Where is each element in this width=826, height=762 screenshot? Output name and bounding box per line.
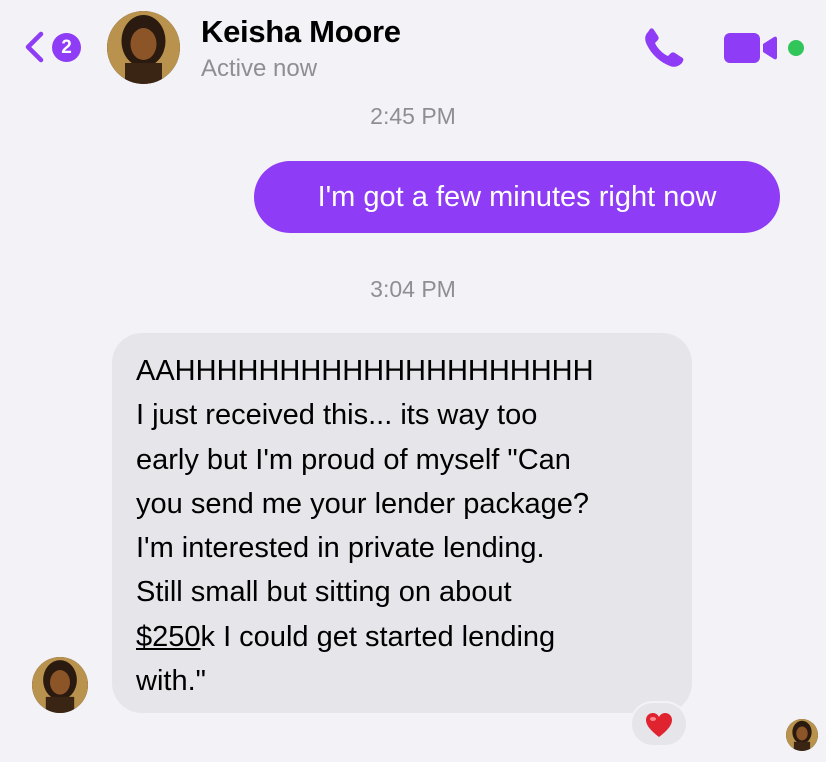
message-line: I just received this... its way too [136, 399, 538, 432]
detected-amount-link[interactable]: $250 [136, 621, 201, 653]
sender-avatar[interactable] [32, 657, 88, 713]
online-indicator [788, 40, 804, 56]
message-line: with." [136, 665, 206, 698]
message-line: you send me your lender package? [136, 487, 590, 520]
contact-avatar[interactable] [107, 11, 180, 84]
message-timestamp: 3:04 PM [370, 276, 456, 302]
incoming-message-bubble[interactable]: AAHHHHHHHHHHHHHHHHHHHH I just received t… [112, 333, 692, 713]
chat-header: 2 Keisha Moore Active now [0, 0, 826, 92]
heart-icon [646, 713, 672, 737]
back-button[interactable]: 2 [22, 30, 92, 64]
message-text: k I could get started lending [200, 620, 556, 653]
phone-icon [645, 28, 684, 67]
unread-count-badge: 2 [52, 33, 81, 62]
outgoing-message-bubble[interactable]: I'm got a few minutes right now [254, 161, 780, 233]
heart-reaction[interactable] [630, 701, 688, 747]
avatar-image [107, 11, 180, 84]
video-call-button[interactable] [722, 31, 778, 65]
message-line: AAHHHHHHHHHHHHHHHHHHHH [136, 355, 594, 387]
read-receipt-avatar [786, 719, 818, 751]
message-timestamp: 2:45 PM [370, 103, 456, 129]
avatar-image [786, 719, 818, 751]
message-line: early but I'm proud of myself "Can [136, 443, 571, 476]
video-camera-icon [724, 33, 777, 63]
message-line: $250k I could get started lending [136, 615, 672, 659]
chevron-left-icon [25, 31, 44, 63]
contact-name[interactable]: Keisha Moore [201, 14, 401, 50]
message-line: I'm interested in private lending. [136, 532, 545, 565]
active-status: Active now [201, 55, 318, 82]
message-line: Still small but sitting on about [136, 576, 512, 609]
avatar-image [32, 657, 88, 713]
voice-call-button[interactable] [640, 26, 688, 70]
